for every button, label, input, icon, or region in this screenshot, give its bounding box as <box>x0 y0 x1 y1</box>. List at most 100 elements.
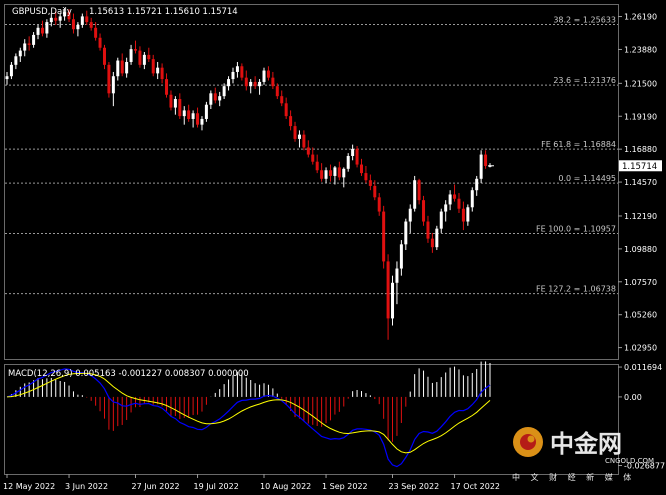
candle-body <box>204 104 208 119</box>
candle-body <box>18 50 22 57</box>
candle-body <box>40 27 44 34</box>
candle-body <box>49 17 53 23</box>
watermark-sub: 中 文 财 经 新 媒 体 <box>512 472 635 482</box>
candle-body <box>249 81 253 87</box>
candle-body <box>262 70 266 82</box>
candle-body <box>453 194 457 199</box>
candle-body <box>27 43 31 45</box>
candle-body <box>333 167 337 176</box>
candle-body <box>222 86 226 97</box>
candle-body <box>382 211 386 262</box>
candle-body <box>289 116 293 127</box>
candle-body <box>14 56 18 65</box>
candle-body <box>359 164 363 174</box>
fib-level-label: 23.6 = 1.21376 <box>553 76 616 85</box>
candle-body <box>32 34 36 45</box>
candle-body <box>218 96 222 101</box>
candle-body <box>355 148 359 165</box>
candle-body <box>134 49 138 51</box>
candle-body <box>444 204 448 212</box>
candle-body <box>156 67 160 74</box>
macd-label: MACD(12,26,9) 0.005163 -0.001227 0.00830… <box>8 369 249 379</box>
time-tick-label: 23 Sep 2022 <box>389 482 440 491</box>
candle-body <box>399 244 403 269</box>
candle-body <box>196 113 200 125</box>
current-price-marker: 1.15714 <box>619 160 662 172</box>
candle-body <box>76 24 80 30</box>
candle-body <box>36 27 40 35</box>
fib-level-label: 38.2 = 1.25633 <box>553 15 616 24</box>
candle-body <box>324 170 328 179</box>
candle-body <box>275 86 279 97</box>
candle-body <box>422 200 426 222</box>
candle-body <box>147 54 151 60</box>
candle-body <box>125 61 129 74</box>
candle-body <box>244 77 248 87</box>
chart-window: 38.2 = 1.25633 23.6 = 1.21376 FE 61.8 = 1.… <box>0 0 666 495</box>
ohlc-readout: 1.15613 1.15721 1.15610 1.15714 <box>89 7 238 17</box>
macd-pane[interactable] <box>4 364 619 475</box>
candle-body <box>386 261 390 319</box>
candle-body <box>45 22 49 34</box>
candle-body <box>151 59 155 74</box>
candle-body <box>231 71 235 80</box>
candle-body <box>315 161 319 171</box>
candle-body <box>280 96 284 104</box>
candle-body <box>98 37 102 48</box>
price-tick-label: 1.02950 <box>624 344 657 353</box>
candle-body <box>187 110 191 119</box>
candle-body <box>129 49 133 62</box>
price-tick-label: 1.09880 <box>624 245 657 254</box>
candle-body <box>364 173 368 181</box>
watermark-cn: 中金网 <box>550 430 622 458</box>
candle-body <box>5 76 9 80</box>
candle-body <box>391 282 395 319</box>
time-tick-label: 3 Jun 2022 <box>65 482 108 491</box>
candle-body <box>297 134 301 139</box>
candle-body <box>94 27 98 38</box>
macd-tick-label: 0.00 <box>624 393 642 402</box>
candle-body <box>302 134 306 148</box>
candle-body <box>311 154 315 162</box>
candle-body <box>404 221 408 245</box>
main-pane[interactable] <box>4 4 619 360</box>
candle-body <box>408 208 412 222</box>
candle-body <box>23 43 27 51</box>
chart-svg[interactable]: 38.2 = 1.25633 23.6 = 1.21376 FE 61.8 = 1.… <box>0 0 666 495</box>
candle-body <box>85 16 89 23</box>
candle-body <box>138 50 142 65</box>
candle-body <box>337 167 341 178</box>
candle-body <box>227 79 231 87</box>
candle-body <box>258 81 262 87</box>
time-tick-label: 1 Sep 2022 <box>322 482 368 491</box>
price-tick-label: 1.23880 <box>624 45 657 54</box>
candle-body <box>54 17 58 21</box>
candle-body <box>165 79 169 95</box>
price-tick-label: 1.14570 <box>624 178 657 187</box>
candle-body <box>457 198 461 209</box>
candle-body <box>426 221 430 239</box>
candle-body <box>169 94 173 108</box>
macd-line <box>6 368 491 468</box>
fib-level-label: FE 100.0 = 1.10957 <box>536 225 616 234</box>
watermark-en: CNGOLD.COM <box>605 457 654 465</box>
price-tick-label: 1.16880 <box>624 145 657 154</box>
candle-body <box>111 76 115 94</box>
candle-body <box>173 99 177 108</box>
fib-level-label: FE 61.8 = 1.16884 <box>541 140 616 149</box>
candle-body <box>71 19 75 30</box>
signal-line <box>6 372 491 454</box>
candle-body <box>271 77 275 87</box>
macd-tick-label: 0.011694 <box>624 363 662 372</box>
candle-body <box>266 70 270 78</box>
fib-level-label: 0.0 = 1.14495 <box>558 174 616 183</box>
candle-body <box>484 154 488 166</box>
candle-body <box>209 93 213 105</box>
candle-body <box>475 178 479 191</box>
candle-body <box>466 207 470 222</box>
candle-body <box>253 81 257 87</box>
candle-body <box>240 66 244 78</box>
candle-body <box>479 154 483 179</box>
fib-level-label: FE 127.2 = 1.06738 <box>536 285 616 294</box>
candle-body <box>178 99 182 117</box>
